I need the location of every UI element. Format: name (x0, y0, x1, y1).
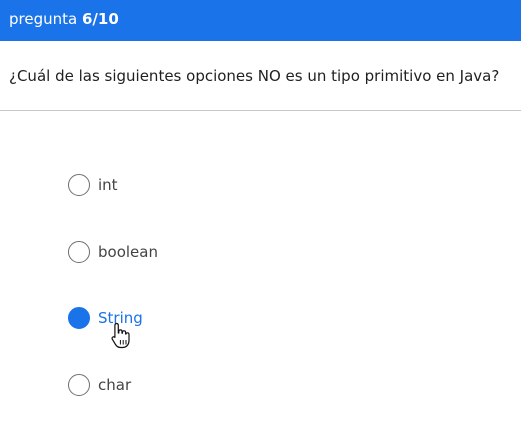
option-label: boolean (98, 242, 158, 261)
radio-button[interactable] (68, 240, 90, 263)
question-counter: 6/10 (81, 10, 119, 28)
divider (0, 110, 521, 111)
question-text: ¿Cuál de las siguientes opciones NO es u… (9, 67, 500, 85)
option-label: int (98, 176, 118, 194)
radio-button[interactable] (68, 307, 90, 329)
question-prefix: pregunta (9, 10, 82, 28)
option-label: char (98, 375, 132, 394)
radio-button[interactable] (68, 174, 90, 196)
radio-button[interactable] (68, 373, 90, 396)
option-int[interactable]: int (68, 172, 468, 198)
option-boolean[interactable]: boolean (68, 239, 468, 265)
hand-pointer-icon (111, 322, 130, 349)
answer-options: int boolean String char (68, 172, 468, 438)
option-char[interactable]: char (68, 372, 468, 398)
quiz-header: pregunta 6/10 (0, 0, 521, 41)
